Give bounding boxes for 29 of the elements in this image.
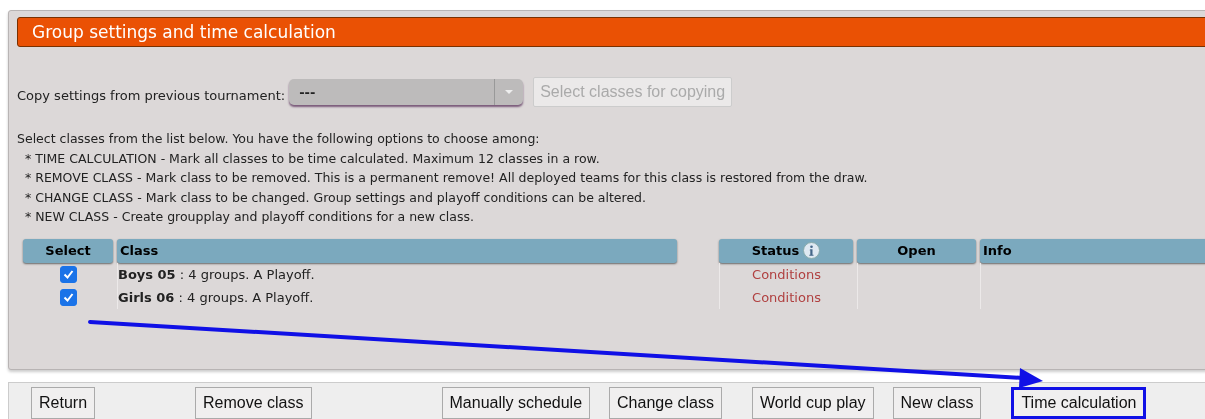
action-button[interactable]: New class — [892, 387, 982, 419]
instruction-text: * NEW CLASS - Create groupplay and playoff conditions for a new class. — [24, 208, 475, 227]
class-description: Boys 05 : 4 groups. A Playoff. — [118, 266, 315, 282]
panel-title: Group settings and time calculation — [17, 17, 1205, 47]
action-button[interactable]: World cup play — [752, 387, 874, 419]
column-header: Class — [117, 238, 677, 263]
copy-label: Copy settings from previous tournament: — [17, 87, 286, 103]
checkbox[interactable] — [59, 265, 77, 283]
tournament-dropdown[interactable]: --- — [289, 79, 524, 105]
column-header: Select — [23, 238, 113, 263]
action-button[interactable]: Manually schedule — [441, 387, 591, 419]
column-header: Open — [857, 238, 976, 263]
column-header: Info — [980, 238, 1205, 263]
action-button[interactable]: Change class — [609, 387, 722, 419]
instruction-text: * REMOVE CLASS - Mark class to be removed. This is a permanent remove! All deployed teams for this class is restored from the draw. — [24, 169, 869, 188]
class-description: Girls 06 : 4 groups. A Playoff. — [118, 289, 314, 305]
checkbox[interactable] — [59, 288, 77, 306]
info-icon — [803, 242, 821, 260]
instruction-text: * CHANGE CLASS - Mark class to be changed. Group settings and playoff conditions can be altered. — [24, 188, 647, 207]
instruction-text: * TIME CALCULATION - Mark all classes to be time calculated. Maximum 12 classes in a row. — [24, 149, 601, 168]
action-button[interactable]: Time calculation — [1011, 387, 1147, 419]
check-icon — [62, 268, 74, 280]
status-link[interactable]: Conditions — [752, 289, 821, 305]
check-icon — [62, 291, 74, 303]
action-button[interactable]: Remove class — [195, 387, 312, 419]
column-header: Status — [719, 238, 853, 263]
action-button[interactable]: Return — [31, 387, 96, 419]
instruction-text: Select classes from the list below. You have the following options to choose among: — [17, 130, 541, 148]
status-link[interactable]: Conditions — [752, 266, 821, 282]
